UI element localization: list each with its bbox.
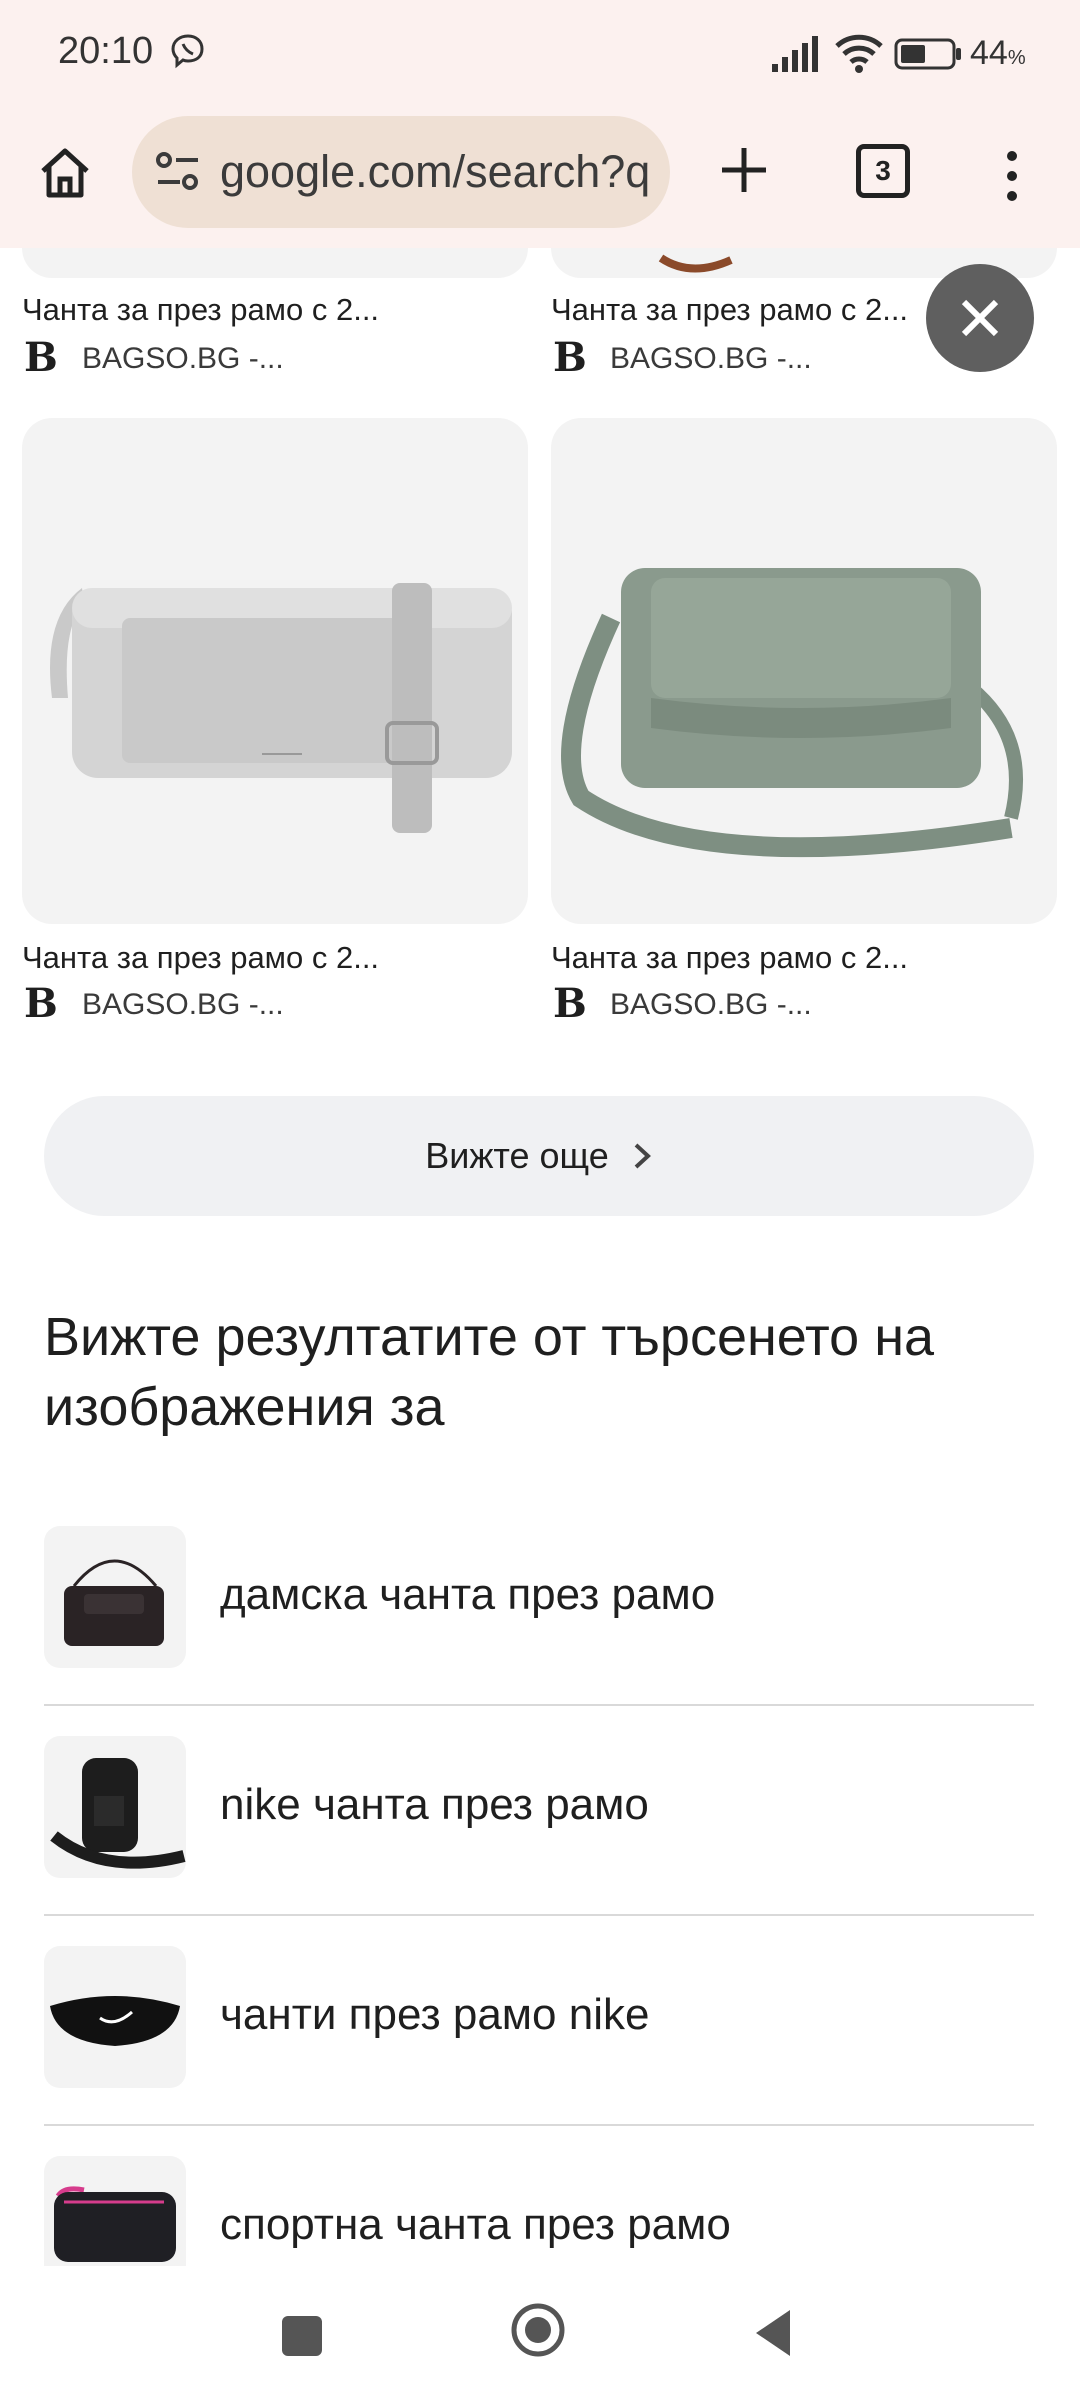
silver-bag-image: [50, 583, 512, 833]
home-button[interactable]: [30, 138, 100, 208]
product-title[interactable]: Чанта за през рамо с 2...: [22, 940, 379, 976]
new-tab-plus-icon[interactable]: [712, 138, 776, 202]
related-search-item[interactable]: чанти през рамо nike: [44, 1946, 1034, 2156]
nike-crossbody-bag-icon: [50, 1758, 186, 1869]
tab-count: 3: [875, 155, 891, 186]
related-search-label: дамска чанта през рамо: [220, 1570, 716, 1619]
product-source[interactable]: BAGSO.BG -...: [610, 342, 812, 376]
browser-toolbar: google.com/search?q 3: [0, 108, 1080, 248]
site-info-icon[interactable]: [154, 150, 202, 194]
related-search-item[interactable]: дамска чанта през рамо: [44, 1526, 1034, 1736]
related-thumbnail: [44, 1946, 186, 2088]
related-thumbnail: [44, 1526, 186, 1668]
close-button[interactable]: [926, 264, 1034, 372]
address-bar[interactable]: google.com/search?q: [132, 116, 670, 228]
related-search-item[interactable]: спортна чанта през рамо: [44, 2156, 1034, 2266]
home-icon: [41, 148, 89, 198]
section-heading: Вижте резултатите от търсенето на изобра…: [44, 1307, 935, 1437]
source-logo-icon: B: [24, 980, 58, 1027]
black-chain-shoulder-bag-icon: [64, 1559, 164, 1646]
viber-icon: [171, 34, 204, 69]
status-bar: 20:10 44%: [0, 0, 1080, 108]
back-icon[interactable]: [752, 2308, 792, 2358]
status-time: 20:10: [58, 30, 154, 72]
wifi-icon: [835, 34, 883, 73]
battery-percentage: 44%: [970, 34, 1026, 72]
product-image[interactable]: [22, 418, 528, 924]
product-title[interactable]: Чанта за през рамо с 2...: [551, 940, 908, 976]
see-more-label: Вижте още: [425, 1135, 609, 1176]
source-logo-icon: B: [24, 334, 58, 381]
product-source[interactable]: BAGSO.BG -...: [82, 988, 284, 1022]
product-title[interactable]: Чанта за през рамо с 2...: [551, 292, 908, 328]
sage-green-bag-image: [561, 568, 1023, 858]
see-more-button[interactable]: Вижте още: [44, 1096, 1034, 1216]
related-search-label: nike чанта през рамо: [220, 1780, 649, 1829]
source-logo-icon: B: [553, 334, 587, 381]
related-thumbnail: [44, 1736, 186, 1878]
home-nav-icon[interactable]: [510, 2302, 566, 2358]
related-thumbnail: [44, 2156, 186, 2266]
overflow-menu-icon[interactable]: [1000, 148, 1024, 204]
browser-chrome: 20:10 44% google.com/search?q 3: [0, 0, 1080, 248]
tab-switcher-button[interactable]: 3: [856, 144, 910, 198]
source-logo-icon: B: [553, 980, 587, 1027]
product-title[interactable]: Чанта за през рамо с 2...: [22, 292, 379, 328]
related-search-label: спортна чанта през рамо: [220, 2200, 731, 2249]
related-search-item[interactable]: nike чанта през рамо: [44, 1736, 1034, 1946]
pink-black-sport-bag-icon: [54, 2186, 176, 2262]
nike-waist-bag-icon: [50, 1996, 180, 2046]
chevron-right-icon: [634, 1143, 651, 1169]
signal-icon: [772, 36, 818, 72]
related-search-label: чанти през рамо nike: [220, 1990, 650, 2039]
battery-icon: [894, 38, 961, 70]
divider: [44, 1914, 1034, 1916]
system-navigation-bar: [0, 2268, 1080, 2400]
recents-icon[interactable]: [282, 2316, 322, 2356]
product-image[interactable]: [22, 248, 528, 278]
divider: [44, 2124, 1034, 2126]
product-source[interactable]: BAGSO.BG -...: [82, 342, 284, 376]
product-image[interactable]: [551, 418, 1057, 924]
close-icon: [961, 299, 999, 337]
url-text: google.com/search?q: [220, 146, 651, 197]
divider: [44, 1704, 1034, 1706]
product-source[interactable]: BAGSO.BG -...: [610, 988, 812, 1022]
